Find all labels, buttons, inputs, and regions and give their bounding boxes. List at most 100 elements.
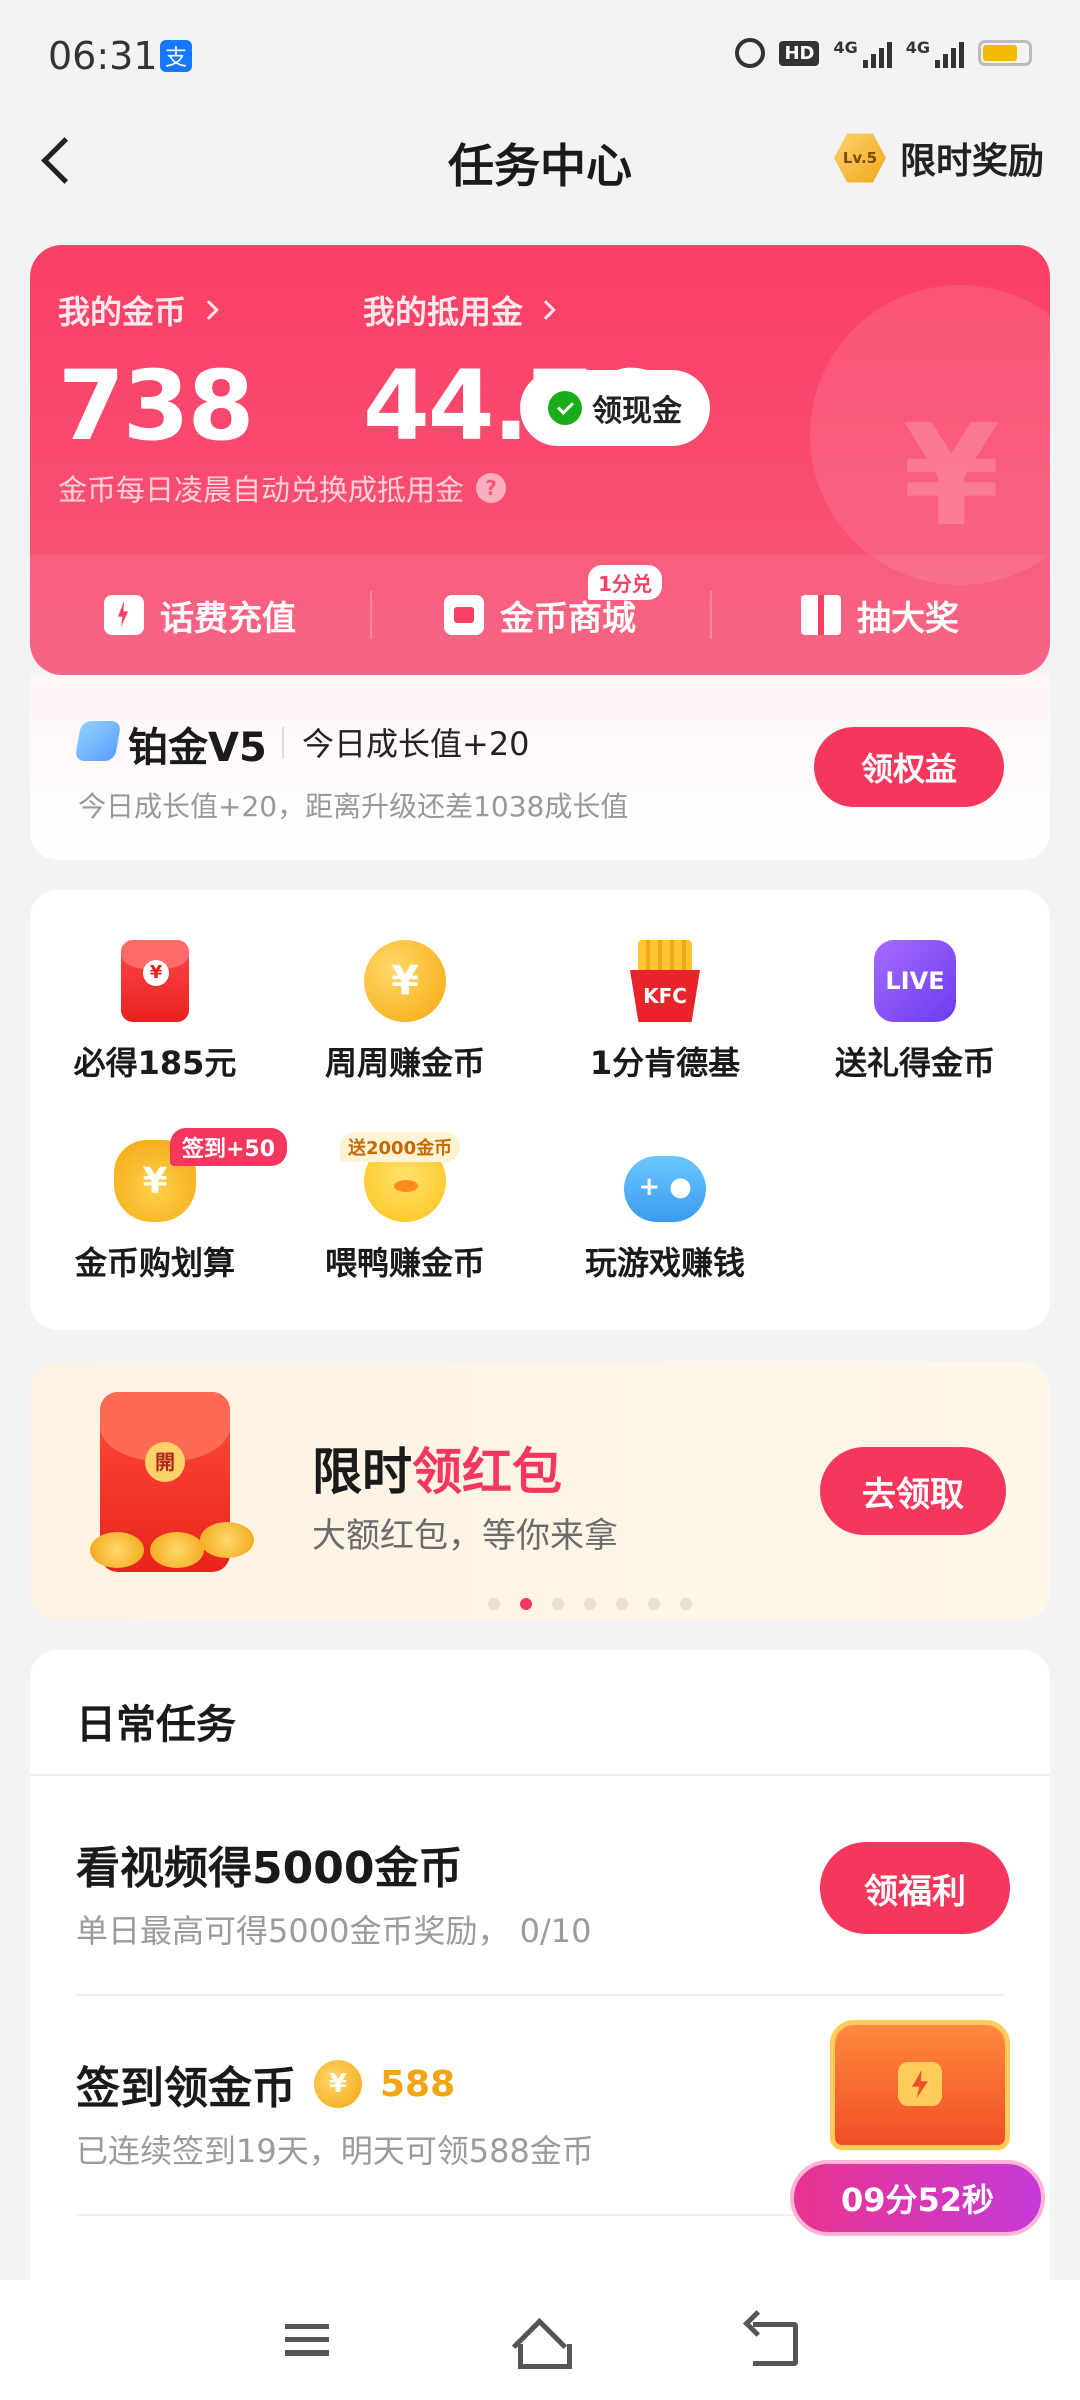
- features-card: 必得185元 ¥ 周周赚金币 1分肯德基 LIVE 送礼得金币 ¥ 金币购划算 …: [30, 890, 1050, 1330]
- claim-benefits-button[interactable]: 领权益: [814, 727, 1004, 807]
- carousel-dot: [552, 1598, 564, 1610]
- kfc-icon: [630, 940, 700, 1022]
- feature-label: 必得185元: [73, 1044, 237, 1082]
- coin-mall-button[interactable]: 金币商城 1分兑: [370, 555, 710, 675]
- claim-welfare-button[interactable]: 领福利: [820, 1842, 1010, 1934]
- signal-label: 4G: [833, 38, 858, 57]
- coin-actions: 话费充值 金币商城 1分兑 抽大奖: [30, 555, 1050, 675]
- my-deduct-link[interactable]: 我的抵用金: [363, 287, 556, 333]
- hd-icon: HD: [779, 40, 820, 66]
- alipay-notification-icon: 支: [160, 40, 192, 72]
- my-deduct-label: 我的抵用金: [363, 293, 524, 331]
- feature-play-games[interactable]: 玩游戏赚钱: [540, 1140, 790, 1284]
- vip-today-growth: 今日成长值+20: [302, 725, 530, 763]
- feature-badge: 签到+50: [170, 1128, 288, 1166]
- coin-exchange-hint: 金币每日凌晨自动兑换成抵用金 ?: [58, 467, 507, 509]
- platinum-badge-icon: [74, 721, 122, 761]
- my-coins-link[interactable]: 我的金币: [58, 287, 219, 333]
- gamepad-icon: [624, 1156, 706, 1222]
- signal-icon: 4G: [833, 38, 892, 68]
- wechat-icon: [548, 391, 582, 425]
- lightning-icon: [898, 2062, 942, 2106]
- signal-icon: 4G: [906, 38, 964, 68]
- chevron-right-icon: [536, 300, 556, 320]
- reward-amount: 588: [380, 2063, 456, 2105]
- decorative-yen-icon: ¥: [902, 395, 1000, 558]
- header: 任务中心 Lv.5 限时奖励: [0, 110, 1080, 210]
- status-bar: 06:31 支 HD 4G 4G: [0, 0, 1080, 110]
- feature-badge: 送2000金币: [340, 1132, 461, 1162]
- back-icon[interactable]: [733, 2300, 813, 2380]
- daily-tasks-header: 日常任务: [76, 1702, 236, 1748]
- banner-title-accent: 领红包: [412, 1443, 562, 1501]
- my-coins-label: 我的金币: [58, 293, 187, 331]
- status-time: 06:31: [48, 34, 158, 78]
- task-title: 看视频得5000金币: [76, 1832, 462, 1896]
- feature-weekly-coins[interactable]: ¥ 周周赚金币: [280, 940, 530, 1084]
- coin-card: ¥ 我的金币 738 我的抵用金 44.76 领现金 金币每日凌晨自动兑换成抵用…: [30, 245, 1050, 675]
- task-title: 签到领金币 ¥ 588: [76, 2052, 455, 2116]
- carousel-dot: [520, 1598, 532, 1610]
- home-icon[interactable]: [500, 2300, 580, 2380]
- gift-icon: [801, 595, 841, 635]
- vip-strip: 铂金V5 今日成长值+20 今日成长值+20，距离升级还差1038成长值 领权益: [30, 675, 1050, 860]
- feature-guaranteed-185[interactable]: 必得185元: [30, 940, 280, 1084]
- get-cash-button[interactable]: 领现金: [520, 370, 710, 446]
- feature-label: 送礼得金币: [834, 1044, 995, 1082]
- coins-illustration: [90, 1522, 260, 1572]
- coin-mall-icon: [444, 595, 484, 635]
- carousel-dot: [616, 1598, 628, 1610]
- chest-countdown: 09分52秒: [790, 2160, 1045, 2236]
- chevron-right-icon: [199, 300, 219, 320]
- red-packet-banner[interactable]: 限时领红包 大额红包，等你来拿 去领取: [30, 1362, 1050, 1620]
- reward-label: 限时奖励: [899, 141, 1044, 182]
- banner-title: 限时领红包: [312, 1432, 562, 1504]
- level-badge-icon: Lv.5: [833, 133, 886, 183]
- menu-icon[interactable]: [267, 2300, 347, 2380]
- coin-icon: ¥: [364, 940, 446, 1022]
- red-packet-icon: [121, 940, 189, 1022]
- treasure-chest-widget[interactable]: 09分52秒: [780, 2000, 1050, 2250]
- task-title-text: 签到领金币: [76, 2063, 296, 2114]
- claim-red-packet-button[interactable]: 去领取: [820, 1447, 1006, 1535]
- task-subtitle: 已连续签到19天，明天可领588金币: [76, 2132, 594, 2170]
- coin-hint-text: 金币每日凌晨自动兑换成抵用金: [58, 473, 465, 507]
- task-subtitle: 单日最高可得5000金币奖励， 0/10: [76, 1912, 592, 1950]
- feature-kfc[interactable]: 1分肯德基: [540, 940, 790, 1084]
- carousel-dot: [648, 1598, 660, 1610]
- battery-icon: [978, 40, 1032, 66]
- carousel-dot: [584, 1598, 596, 1610]
- carousel-indicator: [30, 1598, 1050, 1610]
- task-watch-video: 看视频得5000金币 单日最高可得5000金币奖励， 0/10 领福利: [30, 1776, 1050, 1996]
- phone-recharge-label: 话费充值: [160, 598, 296, 639]
- phone-recharge-button[interactable]: 话费充值: [30, 555, 370, 675]
- feature-label: 周周赚金币: [324, 1044, 485, 1082]
- feature-label: 喂鸭赚金币: [324, 1244, 485, 1282]
- coins-value: 738: [58, 350, 254, 462]
- banner-subtitle: 大额红包，等你来拿: [312, 1516, 618, 1556]
- alarm-icon: [735, 38, 766, 68]
- vip-upgrade-hint: 今日成长值+20，距离升级还差1038成长值: [78, 790, 629, 823]
- signal-label: 4G: [905, 38, 930, 57]
- coin-icon: ¥: [314, 2060, 362, 2108]
- carousel-dot: [680, 1598, 692, 1610]
- vip-level-title: 铂金V5: [128, 725, 267, 771]
- system-nav-bar: [0, 2280, 1080, 2400]
- banner-title-plain: 限时: [312, 1443, 412, 1501]
- feature-coin-shopping[interactable]: ¥ 金币购划算 签到+50: [30, 1128, 288, 1284]
- feature-label: 1分肯德基: [589, 1044, 741, 1082]
- limited-time-reward-button[interactable]: Lv.5 限时奖励: [833, 132, 1044, 184]
- feature-label: 玩游戏赚钱: [584, 1244, 745, 1282]
- phone-recharge-icon: [104, 595, 144, 635]
- lucky-draw-button[interactable]: 抽大奖: [710, 555, 1050, 675]
- divider: [282, 727, 284, 759]
- help-icon[interactable]: ?: [476, 473, 507, 503]
- carousel-dot: [488, 1598, 500, 1610]
- feature-feed-duck[interactable]: 喂鸭赚金币 送2000金币: [280, 1132, 530, 1284]
- status-indicators: HD 4G 4G: [735, 38, 1032, 68]
- feature-gift-coins[interactable]: LIVE 送礼得金币: [790, 940, 1040, 1084]
- lucky-draw-label: 抽大奖: [857, 598, 959, 639]
- coin-mall-badge: 1分兑: [588, 565, 662, 600]
- live-icon: LIVE: [874, 940, 956, 1022]
- task-title-text: 看视频得5000金币: [76, 1843, 463, 1894]
